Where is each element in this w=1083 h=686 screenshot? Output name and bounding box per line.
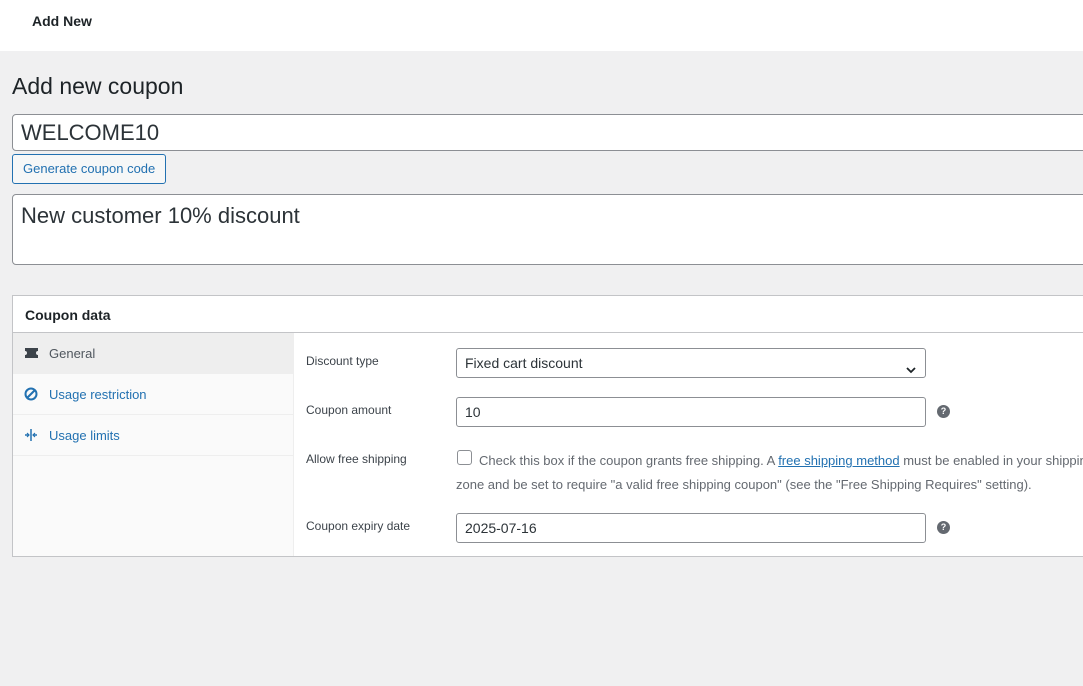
limits-icon xyxy=(23,427,39,443)
top-bar-title: Add New xyxy=(32,13,92,29)
ticket-icon xyxy=(23,345,39,361)
discount-type-value: Fixed cart discount xyxy=(465,355,583,371)
help-icon[interactable]: ? xyxy=(937,405,950,418)
coupon-description-textarea[interactable]: New customer 10% discount xyxy=(12,194,1083,265)
expiry-date-input[interactable] xyxy=(456,513,926,543)
discount-type-select[interactable]: Fixed cart discount xyxy=(456,348,926,378)
tab-usage-restriction[interactable]: Usage restriction xyxy=(13,374,293,415)
discount-type-label: Discount type xyxy=(306,354,379,368)
free-shipping-label: Allow free shipping xyxy=(306,452,407,466)
coupon-amount-label: Coupon amount xyxy=(306,403,392,417)
coupon-code-input[interactable] xyxy=(12,114,1083,151)
panel-title: Coupon data xyxy=(13,296,1083,333)
tab-usage-limits[interactable]: Usage limits xyxy=(13,415,293,456)
tab-general[interactable]: General xyxy=(13,333,293,374)
coupon-data-panel: Coupon data General Usage restriction Us… xyxy=(12,295,1083,557)
coupon-data-tabs: General Usage restriction Usage limits xyxy=(13,333,294,556)
expiry-date-label: Coupon expiry date xyxy=(306,519,411,533)
free-shipping-text-before: Check this box if the coupon grants free… xyxy=(479,453,779,468)
block-icon xyxy=(23,386,39,402)
coupon-amount-input[interactable] xyxy=(456,397,926,427)
general-fields: Discount type Fixed cart discount Coupon… xyxy=(306,333,1083,556)
tab-usage-limits-label: Usage limits xyxy=(49,427,120,443)
free-shipping-method-link[interactable]: free shipping method xyxy=(778,453,899,468)
top-bar: Add New xyxy=(0,0,1083,51)
free-shipping-description: Check this box if the coupon grants free… xyxy=(456,449,1083,497)
chevron-down-icon xyxy=(905,357,917,385)
generate-coupon-code-button[interactable]: Generate coupon code xyxy=(12,154,167,184)
tab-usage-restriction-label: Usage restriction xyxy=(49,386,147,402)
free-shipping-checkbox[interactable] xyxy=(457,450,472,465)
tab-general-label: General xyxy=(49,345,96,361)
page-title: Add new coupon xyxy=(12,73,184,99)
help-icon[interactable]: ? xyxy=(937,521,950,534)
